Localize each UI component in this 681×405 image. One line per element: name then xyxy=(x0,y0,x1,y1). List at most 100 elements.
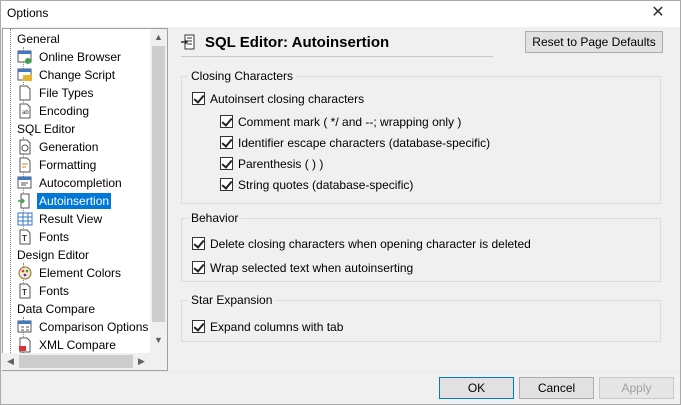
tree-item-change-script[interactable]: Change Script xyxy=(3,66,149,84)
tree-item-label: Autoinsertion xyxy=(37,193,112,209)
file-types-icon xyxy=(19,85,31,101)
checkbox-label: Expand columns with tab xyxy=(210,320,344,334)
formatting-icon xyxy=(19,157,31,173)
checkbox-label: Comment mark ( */ and --; wrapping only … xyxy=(238,115,462,129)
tree-item-label: Element Colors xyxy=(39,266,122,280)
checkbox-checked[interactable] xyxy=(220,157,233,170)
tree-item-generation[interactable]: Generation xyxy=(3,138,149,156)
checkbox-checked[interactable] xyxy=(220,136,233,149)
behavior-group: Behavior Delete closing characters when … xyxy=(181,211,661,282)
tree-item-label: Generation xyxy=(39,140,99,154)
svg-text:T: T xyxy=(22,234,27,243)
tree-item-online-browser[interactable]: Online Browser xyxy=(3,48,149,66)
checkbox-label: Autoinsert closing characters xyxy=(210,92,365,106)
reset-defaults-button[interactable]: Reset to Page Defaults xyxy=(525,31,663,53)
tree-item-label: Fonts xyxy=(39,230,70,244)
close-icon[interactable]: ✕ xyxy=(636,1,680,27)
tree-item-comparison-options[interactable]: Comparison Options xyxy=(3,318,149,336)
tree-vertical-scrollbar[interactable]: ▲ ▼ xyxy=(150,29,167,370)
svg-text:ab: ab xyxy=(22,110,29,116)
tree-item-label: XML Compare xyxy=(39,338,116,352)
tree-item-formatting[interactable]: Formatting xyxy=(3,156,149,174)
string-quotes-checkbox[interactable]: String quotes (database-specific) xyxy=(220,177,520,193)
change-script-icon xyxy=(17,68,32,81)
wrap-selected-checkbox[interactable]: Wrap selected text when autoinserting xyxy=(192,260,592,276)
online-browser-icon xyxy=(17,50,32,64)
element-colors-icon xyxy=(18,266,32,280)
autoinsertion-icon xyxy=(18,193,30,209)
comparison-options-icon xyxy=(17,320,32,333)
checkbox-label: Parenthesis ( ) ) xyxy=(238,157,324,171)
tree-item-autocompletion[interactable]: Autocompletion xyxy=(3,174,149,192)
fonts-icon: T xyxy=(19,283,31,299)
tree-item-label: Result View xyxy=(39,212,103,226)
autocompletion-icon xyxy=(17,176,32,189)
page-title: SQL Editor: Autoinsertion xyxy=(205,34,390,51)
comment-mark-checkbox[interactable]: Comment mark ( */ and --; wrapping only … xyxy=(220,114,620,130)
tree-item-encoding[interactable]: ab Encoding xyxy=(3,102,149,120)
identifier-escape-checkbox[interactable]: Identifier escape characters (database-s… xyxy=(220,135,620,151)
tree-item-label: Encoding xyxy=(39,104,90,118)
tree-horizontal-scrollbar[interactable]: ◀ ▶ xyxy=(2,353,150,370)
ok-button[interactable]: OK xyxy=(439,377,514,399)
tree-item-label: Autocompletion xyxy=(39,176,122,190)
scroll-up-icon[interactable]: ▲ xyxy=(150,29,167,46)
scroll-right-icon[interactable]: ▶ xyxy=(133,353,150,370)
window-title: Options xyxy=(7,6,49,20)
checkbox-label: Identifier escape characters (database-s… xyxy=(238,136,491,150)
tree-item-label: Fonts xyxy=(39,284,70,298)
tree-item-label: General xyxy=(17,32,60,46)
checkbox-checked[interactable] xyxy=(220,178,233,191)
tree-item-label: Comparison Options xyxy=(39,320,149,334)
parenthesis-checkbox[interactable]: Parenthesis ( ) ) xyxy=(220,156,520,172)
tree-item-label: SQL Editor xyxy=(17,122,76,136)
checkbox-checked[interactable] xyxy=(192,320,205,333)
tree-item-label: Change Script xyxy=(39,68,116,82)
checkbox-label: String quotes (database-specific) xyxy=(238,178,414,192)
checkbox-checked[interactable] xyxy=(220,115,233,128)
checkbox-label: Wrap selected text when autoinserting xyxy=(210,261,414,275)
delete-closing-checkbox[interactable]: Delete closing characters when opening c… xyxy=(192,236,652,252)
group-label: Closing Characters xyxy=(188,69,297,83)
svg-text:T: T xyxy=(22,288,27,297)
tree-item-label: Data Compare xyxy=(17,302,96,316)
autoinsert-closing-checkbox[interactable]: Autoinsert closing characters xyxy=(192,91,492,107)
result-view-icon xyxy=(17,212,33,226)
group-label: Behavior xyxy=(188,211,242,225)
tree-item-result-view[interactable]: Result View xyxy=(3,210,149,228)
options-tree[interactable]: General Online Browser Change Script Fil… xyxy=(2,28,168,371)
tree-item-data-compare[interactable]: Data Compare xyxy=(3,300,149,318)
expand-columns-checkbox[interactable]: Expand columns with tab xyxy=(192,319,492,335)
settings-pane: SQL Editor: Autoinsertion Reset to Page … xyxy=(173,28,680,371)
tree-item-label: Formatting xyxy=(39,158,97,172)
checkbox-checked[interactable] xyxy=(192,92,205,105)
tree-item-label: Design Editor xyxy=(17,248,90,262)
scroll-down-icon[interactable]: ▼ xyxy=(150,332,167,349)
title-divider xyxy=(181,56,493,57)
tree-item-sql-editor[interactable]: SQL Editor xyxy=(3,120,149,138)
tree-item-autoinsertion[interactable]: Autoinsertion xyxy=(3,192,149,210)
tree-item-element-colors[interactable]: Element Colors xyxy=(3,264,149,282)
tree-item-xml-compare[interactable]: XML Compare xyxy=(3,336,149,354)
tree-item-general[interactable]: General xyxy=(3,30,149,48)
scroll-thumb[interactable] xyxy=(152,46,165,322)
tree-item-label: Online Browser xyxy=(39,50,122,64)
xml-compare-icon xyxy=(19,337,31,353)
tree-item-design-fonts[interactable]: T Fonts xyxy=(3,282,149,300)
scroll-left-icon[interactable]: ◀ xyxy=(2,353,19,370)
checkbox-checked[interactable] xyxy=(192,261,205,274)
autoinsertion-icon xyxy=(181,34,195,50)
fonts-icon: T xyxy=(19,229,31,245)
tree-item-design-editor[interactable]: Design Editor xyxy=(3,246,149,264)
cancel-button[interactable]: Cancel xyxy=(519,377,594,399)
scroll-thumb[interactable] xyxy=(19,355,133,368)
tree-item-file-types[interactable]: File Types xyxy=(3,84,149,102)
generation-icon xyxy=(19,139,31,155)
tree-item-label: File Types xyxy=(39,86,94,100)
checkbox-checked[interactable] xyxy=(192,237,205,250)
closing-characters-group: Closing Characters Autoinsert closing ch… xyxy=(181,69,661,204)
title-bar: Options ✕ xyxy=(1,1,680,27)
apply-button[interactable]: Apply xyxy=(599,377,674,399)
star-expansion-group: Star Expansion Expand columns with tab xyxy=(181,293,661,342)
tree-item-sql-fonts[interactable]: T Fonts xyxy=(3,228,149,246)
